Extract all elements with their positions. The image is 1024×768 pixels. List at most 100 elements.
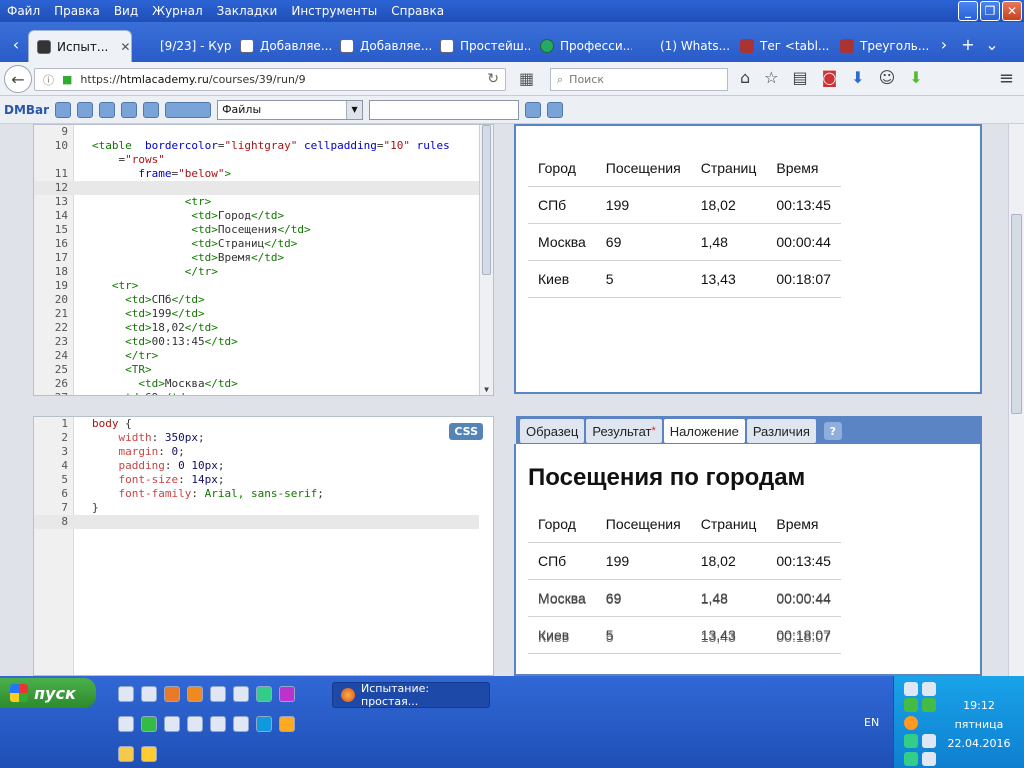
code-line[interactable]: 12 (34, 181, 479, 195)
network-icon[interactable] (904, 682, 918, 696)
code-text[interactable]: <td>Город</td> (92, 209, 284, 223)
url-bar[interactable]: ⓘ ■ https://htmlacademy.ru/courses/39/ru… (34, 68, 506, 91)
code-line[interactable]: 1 body { (34, 417, 479, 431)
tab[interactable]: Тег <tabl... (732, 30, 832, 62)
app-icon[interactable] (187, 686, 203, 702)
code-text[interactable]: margin: 0; (92, 445, 185, 459)
code-line[interactable]: 4 padding: 0 10px; (34, 459, 479, 473)
code-text[interactable]: font-size: 14px; (92, 473, 225, 487)
code-line[interactable]: ="rows" (34, 153, 479, 167)
tab-list-button[interactable]: ⌄ (980, 30, 1004, 58)
skype-icon[interactable] (256, 716, 272, 732)
menu-view[interactable]: Вид (107, 0, 145, 22)
tray-icon[interactable] (904, 698, 918, 712)
language-indicator[interactable]: EN (864, 716, 879, 729)
tab[interactable]: (1) Whats... (632, 30, 732, 62)
dm-plus-icon[interactable] (77, 101, 94, 118)
tab[interactable]: Професси... (532, 30, 632, 62)
tab-diff[interactable]: Различия (746, 419, 816, 443)
taskbar-window-firefox[interactable]: Испытание: простая... (332, 682, 490, 708)
clock[interactable]: 19:12 пятница 22.04.2016 (934, 696, 1024, 753)
code-text[interactable]: <tr> (92, 195, 212, 209)
app-icon[interactable] (256, 686, 272, 702)
code-line[interactable]: 21 <td>199</td> (34, 307, 479, 321)
code-line[interactable]: 9 (34, 125, 479, 139)
code-text[interactable]: <td>69</td> (92, 391, 192, 395)
app-icon[interactable] (210, 716, 226, 732)
tab[interactable]: [9/23] - Курсы... (132, 30, 232, 62)
page-scrollbar[interactable] (1008, 124, 1024, 676)
tray-icon[interactable] (922, 682, 936, 696)
tray-icon[interactable] (904, 716, 918, 730)
code-line[interactable]: 22 <td>18,02</td> (34, 321, 479, 335)
code-line[interactable]: 26 <td>Москва</td> (34, 377, 479, 391)
volume-icon[interactable] (922, 752, 936, 766)
dm-download-icon[interactable] (547, 101, 564, 118)
folder-icon[interactable] (118, 746, 134, 762)
app-icon[interactable] (279, 686, 295, 702)
tab[interactable]: Треуголь... (832, 30, 932, 62)
code-text[interactable]: ="rows" (92, 153, 164, 167)
code-line[interactable]: 13 <tr> (34, 195, 479, 209)
menu-help[interactable]: Справка (384, 0, 451, 22)
hamburger-menu-icon[interactable]: ≡ (999, 68, 1014, 89)
app-icon[interactable] (118, 686, 134, 702)
html-editor[interactable]: 9 10 <table bordercolor="lightgray" cellpa… (33, 124, 494, 396)
code-text[interactable]: <tr> (92, 279, 139, 293)
dm-globe-icon[interactable] (121, 101, 138, 118)
firefox-icon[interactable] (164, 686, 180, 702)
smiley-icon[interactable]: ☺ (879, 68, 896, 87)
app-icon[interactable] (233, 716, 249, 732)
code-line[interactable]: 14 <td>Город</td> (34, 209, 479, 223)
code-text[interactable]: <td>18,02</td> (92, 321, 218, 335)
code-text[interactable]: <TR> (92, 363, 152, 377)
reload-icon[interactable]: ↻ (487, 71, 499, 87)
code-text[interactable]: body { (92, 417, 132, 431)
code-text[interactable]: </tr> (92, 349, 158, 363)
home-icon[interactable]: ⌂ (740, 68, 750, 87)
start-button[interactable]: пуск (0, 678, 96, 708)
code-line[interactable]: 3 margin: 0; (34, 445, 479, 459)
tab-scroll-right-button[interactable]: › (932, 30, 956, 58)
app-icon[interactable] (187, 716, 203, 732)
code-line[interactable]: 27 <td>69</td> (34, 391, 479, 395)
code-text[interactable]: <td>СПб</td> (92, 293, 205, 307)
tab-close-icon[interactable]: ✕ (120, 40, 130, 54)
html-code[interactable]: 9 10 <table bordercolor="lightgray" cellpa… (34, 125, 479, 395)
minimize-button[interactable]: _ (958, 1, 978, 21)
code-text[interactable]: width: 350px; (92, 431, 205, 445)
search-input[interactable]: ⌕ Поиск (550, 68, 728, 91)
pocket-icon[interactable]: ◙ (822, 68, 838, 87)
code-text[interactable]: <table bordercolor="lightgray" cellpaddi… (92, 139, 450, 153)
code-line[interactable]: 5 font-size: 14px; (34, 473, 479, 487)
app-icon[interactable] (279, 716, 295, 732)
code-line[interactable]: 18 </tr> (34, 265, 479, 279)
code-line[interactable]: 20 <td>СПб</td> (34, 293, 479, 307)
help-button[interactable]: ? (823, 422, 842, 440)
menu-history[interactable]: Журнал (145, 0, 210, 22)
app-icon[interactable] (141, 716, 157, 732)
code-line[interactable]: 11 frame="below"> (34, 167, 479, 181)
new-tab-button[interactable]: + (956, 30, 980, 58)
info-icon[interactable]: ⓘ (43, 72, 54, 88)
bookmark-star-icon[interactable]: ☆ (764, 68, 778, 87)
code-line[interactable]: 7} (34, 501, 479, 515)
menu-file[interactable]: Файл (0, 0, 47, 22)
code-line[interactable]: 8 (34, 515, 479, 529)
back-button[interactable]: ← (4, 65, 32, 93)
app-icon[interactable] (210, 686, 226, 702)
dm-chat-icon[interactable] (55, 101, 72, 118)
code-text[interactable]: frame="below"> (92, 167, 231, 181)
app-icon[interactable] (118, 716, 134, 732)
code-text[interactable]: <td>Москва</td> (92, 377, 237, 391)
tray-icon[interactable] (904, 752, 918, 766)
css-editor[interactable]: 1 body {2 width: 350px; 3 margin: 0; 4 padd… (33, 416, 494, 676)
code-text[interactable]: </tr> (92, 265, 218, 279)
tab-result[interactable]: Результат * (586, 419, 662, 443)
code-line[interactable]: 19 <tr> (34, 279, 479, 293)
dm-search-icon[interactable] (525, 101, 542, 118)
code-text[interactable] (92, 181, 105, 195)
editor-scrollbar[interactable]: ▼ (479, 125, 493, 395)
dm-settings-icon[interactable] (143, 101, 160, 118)
tab-scroll-left-button[interactable]: ‹ (4, 30, 28, 58)
